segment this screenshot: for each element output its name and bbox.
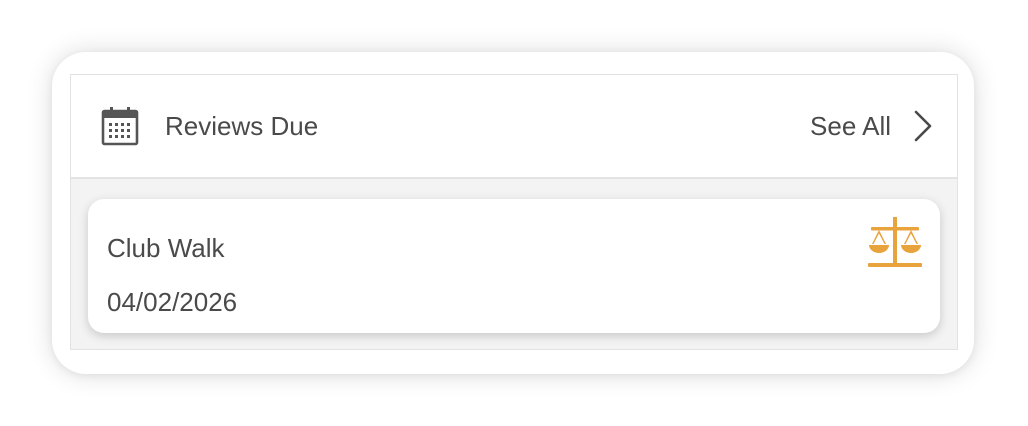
review-date: 04/02/2026 bbox=[107, 287, 238, 317]
review-card[interactable]: Club Walk 04/02/2026 bbox=[88, 199, 940, 333]
reviews-panel: Reviews Due See All Club Walk 04/02/2026 bbox=[70, 74, 958, 350]
see-all-link[interactable]: See All bbox=[810, 107, 933, 145]
scale-icon bbox=[868, 217, 922, 267]
review-title: Club Walk bbox=[107, 233, 225, 263]
calendar-icon bbox=[101, 107, 139, 146]
reviews-due-widget: Reviews Due See All Club Walk 04/02/2026 bbox=[52, 52, 974, 374]
reviews-header: Reviews Due See All bbox=[71, 75, 957, 179]
section-title: Reviews Due bbox=[165, 111, 319, 141]
see-all-label: See All bbox=[810, 111, 891, 141]
chevron-right-icon bbox=[914, 110, 932, 142]
